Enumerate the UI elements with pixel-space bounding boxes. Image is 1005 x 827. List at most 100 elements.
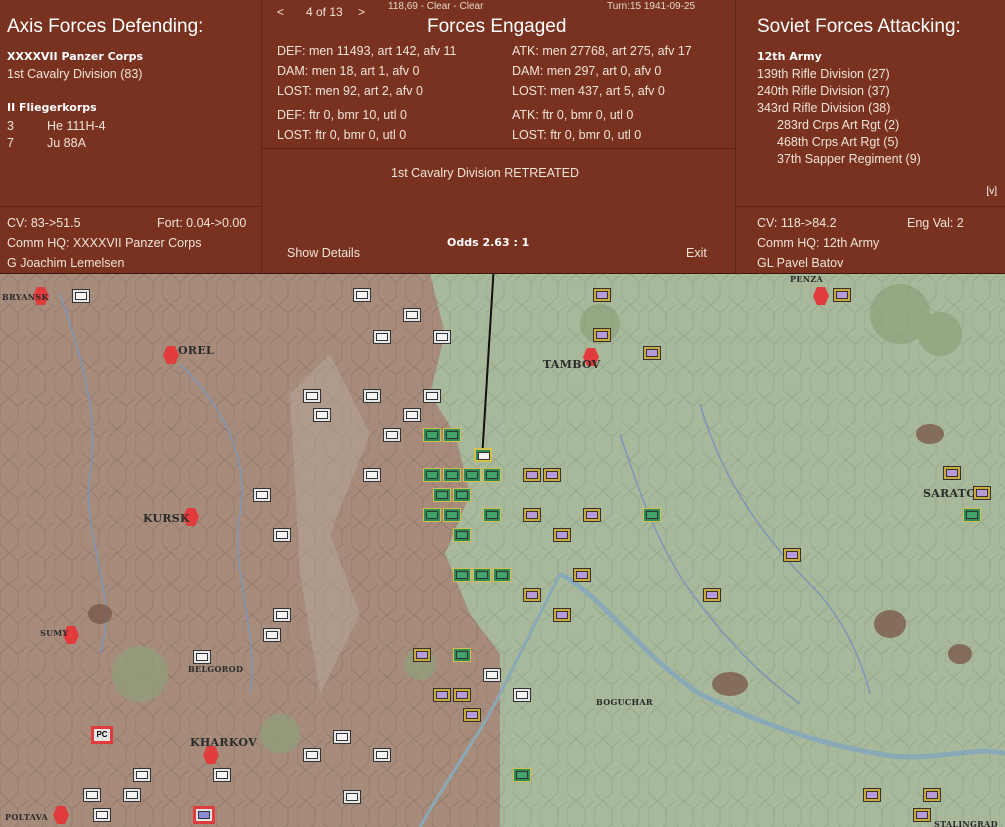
engaged-unit-counter[interactable] — [483, 468, 501, 482]
axis-unit-counter[interactable] — [303, 748, 321, 762]
axis-hq-counter[interactable] — [313, 408, 331, 422]
axis-unit-counter[interactable] — [513, 688, 531, 702]
hq-icon — [306, 392, 318, 400]
pc-marker[interactable] — [193, 806, 215, 824]
soviet-unit-counter[interactable] — [573, 568, 591, 582]
soviet-unit-counter[interactable] — [463, 708, 481, 722]
axis-unit-counter[interactable] — [333, 730, 351, 744]
unit-type-icon — [478, 452, 490, 460]
engaged-unit-counter[interactable] — [443, 508, 461, 522]
soviet-unit-counter[interactable] — [923, 788, 941, 802]
axis-unit-counter[interactable] — [253, 488, 271, 502]
air-unit-count: 3 — [7, 119, 14, 133]
exit-button[interactable]: Exit — [686, 246, 707, 260]
axis-unit-counter[interactable] — [353, 288, 371, 302]
soviet-support-item[interactable]: 468th Crps Art Rgt (5) — [777, 135, 899, 149]
unit-type-icon — [426, 471, 438, 479]
axis-unit-counter[interactable] — [123, 788, 141, 802]
engaged-unit-counter[interactable] — [513, 768, 531, 782]
axis-unit-counter[interactable] — [72, 289, 90, 303]
air-unit-type[interactable]: He 111H-4 — [47, 119, 106, 133]
soviet-hq-counter[interactable] — [973, 486, 991, 500]
soviet-unit-counter[interactable] — [643, 346, 661, 360]
axis-unit-counter[interactable] — [263, 628, 281, 642]
engaged-unit-counter[interactable] — [463, 468, 481, 482]
unit-type-icon — [376, 751, 388, 759]
engaged-unit-counter[interactable] — [963, 508, 981, 522]
soviet-support-item[interactable]: 37th Sapper Regiment (9) — [777, 152, 921, 166]
selected-combat-hex-unit[interactable] — [474, 448, 492, 462]
axis-unit-counter[interactable] — [483, 668, 501, 682]
axis-hq-counter[interactable] — [343, 790, 361, 804]
engaged-unit-counter[interactable] — [433, 488, 451, 502]
pc-marker[interactable]: PC — [91, 726, 113, 744]
engaged-unit-counter[interactable] — [453, 568, 471, 582]
soviet-unit-counter[interactable] — [913, 808, 931, 822]
hex-map[interactable]: BRYANSK OREL TAMBOV PENZA KURSK SARATOV … — [0, 274, 1005, 827]
axis-hq-counter[interactable] — [363, 389, 381, 403]
axis-unit-counter[interactable] — [423, 389, 441, 403]
engaged-unit-counter[interactable] — [483, 508, 501, 522]
soviet-unit-counter[interactable] — [703, 588, 721, 602]
air-unit-type[interactable]: Ju 88A — [47, 136, 86, 150]
axis-unit-counter[interactable] — [213, 768, 231, 782]
atk-stat: LOST: men 437, art 5, afv 0 — [512, 84, 665, 98]
soviet-unit-counter[interactable] — [863, 788, 881, 802]
soviet-unit-counter[interactable] — [453, 688, 471, 702]
engaged-unit-counter[interactable] — [643, 508, 661, 522]
unit-type-icon — [926, 791, 938, 799]
soviet-hq-counter[interactable] — [783, 548, 801, 562]
soviet-unit-counter[interactable] — [833, 288, 851, 302]
axis-unit-counter[interactable] — [433, 330, 451, 344]
soviet-unit-counter[interactable] — [593, 328, 611, 342]
engaged-unit-counter[interactable] — [443, 468, 461, 482]
unit-type-icon — [256, 491, 268, 499]
prev-combat-button[interactable]: < — [277, 5, 284, 19]
show-details-button[interactable]: Show Details — [287, 246, 360, 260]
next-combat-button[interactable]: > — [358, 5, 365, 19]
axis-hq-counter[interactable] — [303, 389, 321, 403]
axis-unit-item[interactable]: 1st Cavalry Division (83) — [7, 67, 142, 81]
axis-unit-counter[interactable] — [403, 308, 421, 322]
axis-unit-counter[interactable] — [403, 408, 421, 422]
axis-unit-counter[interactable] — [83, 788, 101, 802]
unit-type-icon — [596, 291, 608, 299]
soviet-unit-item[interactable]: 240th Rifle Division (37) — [757, 84, 890, 98]
soviet-unit-counter[interactable] — [543, 468, 561, 482]
soviet-unit-counter[interactable] — [593, 288, 611, 302]
soviet-unit-counter[interactable] — [943, 466, 961, 480]
engaged-unit-counter[interactable] — [423, 468, 441, 482]
engaged-unit-counter[interactable] — [443, 428, 461, 442]
axis-unit-counter[interactable] — [373, 748, 391, 762]
soviet-unit-counter[interactable] — [583, 508, 601, 522]
engaged-unit-counter[interactable] — [423, 428, 441, 442]
axis-hq-counter[interactable] — [373, 330, 391, 344]
engaged-unit-counter[interactable] — [453, 488, 471, 502]
engaged-unit-counter[interactable] — [453, 648, 471, 662]
engaged-unit-counter[interactable] — [453, 528, 471, 542]
soviet-unit-counter[interactable] — [523, 468, 541, 482]
engaged-unit-counter[interactable] — [473, 568, 491, 582]
engaged-unit-counter[interactable] — [493, 568, 511, 582]
expand-list-button[interactable]: [v] — [986, 186, 997, 197]
axis-unit-counter[interactable] — [193, 650, 211, 664]
axis-unit-counter[interactable] — [363, 468, 381, 482]
axis-cv: CV: 83->51.5 — [7, 216, 81, 230]
axis-unit-counter[interactable] — [383, 428, 401, 442]
axis-unit-counter[interactable] — [133, 768, 151, 782]
soviet-unit-counter[interactable] — [523, 508, 541, 522]
soviet-unit-counter[interactable] — [433, 688, 451, 702]
soviet-unit-counter[interactable] — [553, 528, 571, 542]
axis-unit-counter[interactable] — [93, 808, 111, 822]
soviet-support-item[interactable]: 283rd Crps Art Rgt (2) — [777, 118, 899, 132]
soviet-unit-counter[interactable] — [553, 608, 571, 622]
axis-unit-counter[interactable] — [273, 608, 291, 622]
soviet-unit-counter[interactable] — [413, 648, 431, 662]
unit-type-icon — [466, 471, 478, 479]
soviet-unit-item[interactable]: 343rd Rifle Division (38) — [757, 101, 890, 115]
engaged-unit-counter[interactable] — [423, 508, 441, 522]
axis-unit-counter[interactable] — [273, 528, 291, 542]
soviet-unit-item[interactable]: 139th Rifle Division (27) — [757, 67, 890, 81]
soviet-unit-counter[interactable] — [523, 588, 541, 602]
hq-icon — [786, 551, 798, 559]
